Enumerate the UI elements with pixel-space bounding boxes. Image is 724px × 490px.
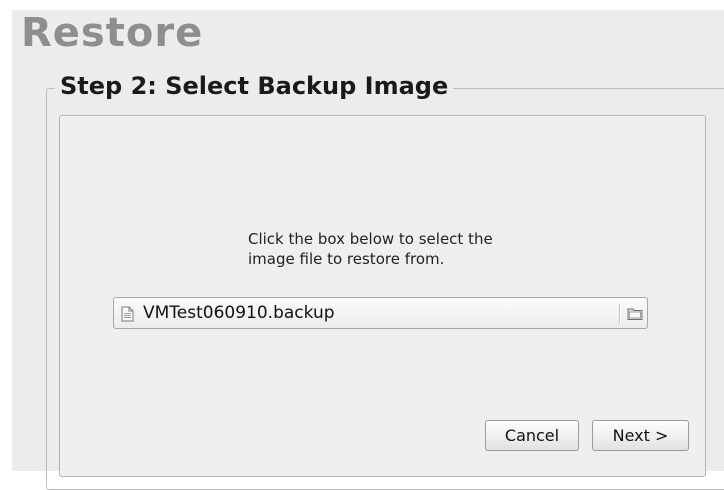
step-legend: Step 2: Select Backup Image bbox=[55, 72, 454, 100]
page-title: Restore bbox=[21, 10, 204, 56]
cancel-button[interactable]: Cancel bbox=[485, 420, 579, 451]
backup-file-chooser[interactable]: VMTest060910.backup bbox=[113, 297, 648, 329]
instructions-line-1: Click the box below to select the bbox=[248, 230, 493, 248]
selected-file-name: VMTest060910.backup bbox=[143, 303, 335, 323]
folder-icon[interactable] bbox=[627, 306, 643, 325]
instructions-text: Click the box below to select the image … bbox=[248, 229, 493, 269]
next-button[interactable]: Next > bbox=[592, 420, 689, 451]
document-icon bbox=[121, 306, 134, 326]
instructions-line-2: image file to restore from. bbox=[248, 250, 445, 268]
field-separator bbox=[619, 304, 620, 323]
